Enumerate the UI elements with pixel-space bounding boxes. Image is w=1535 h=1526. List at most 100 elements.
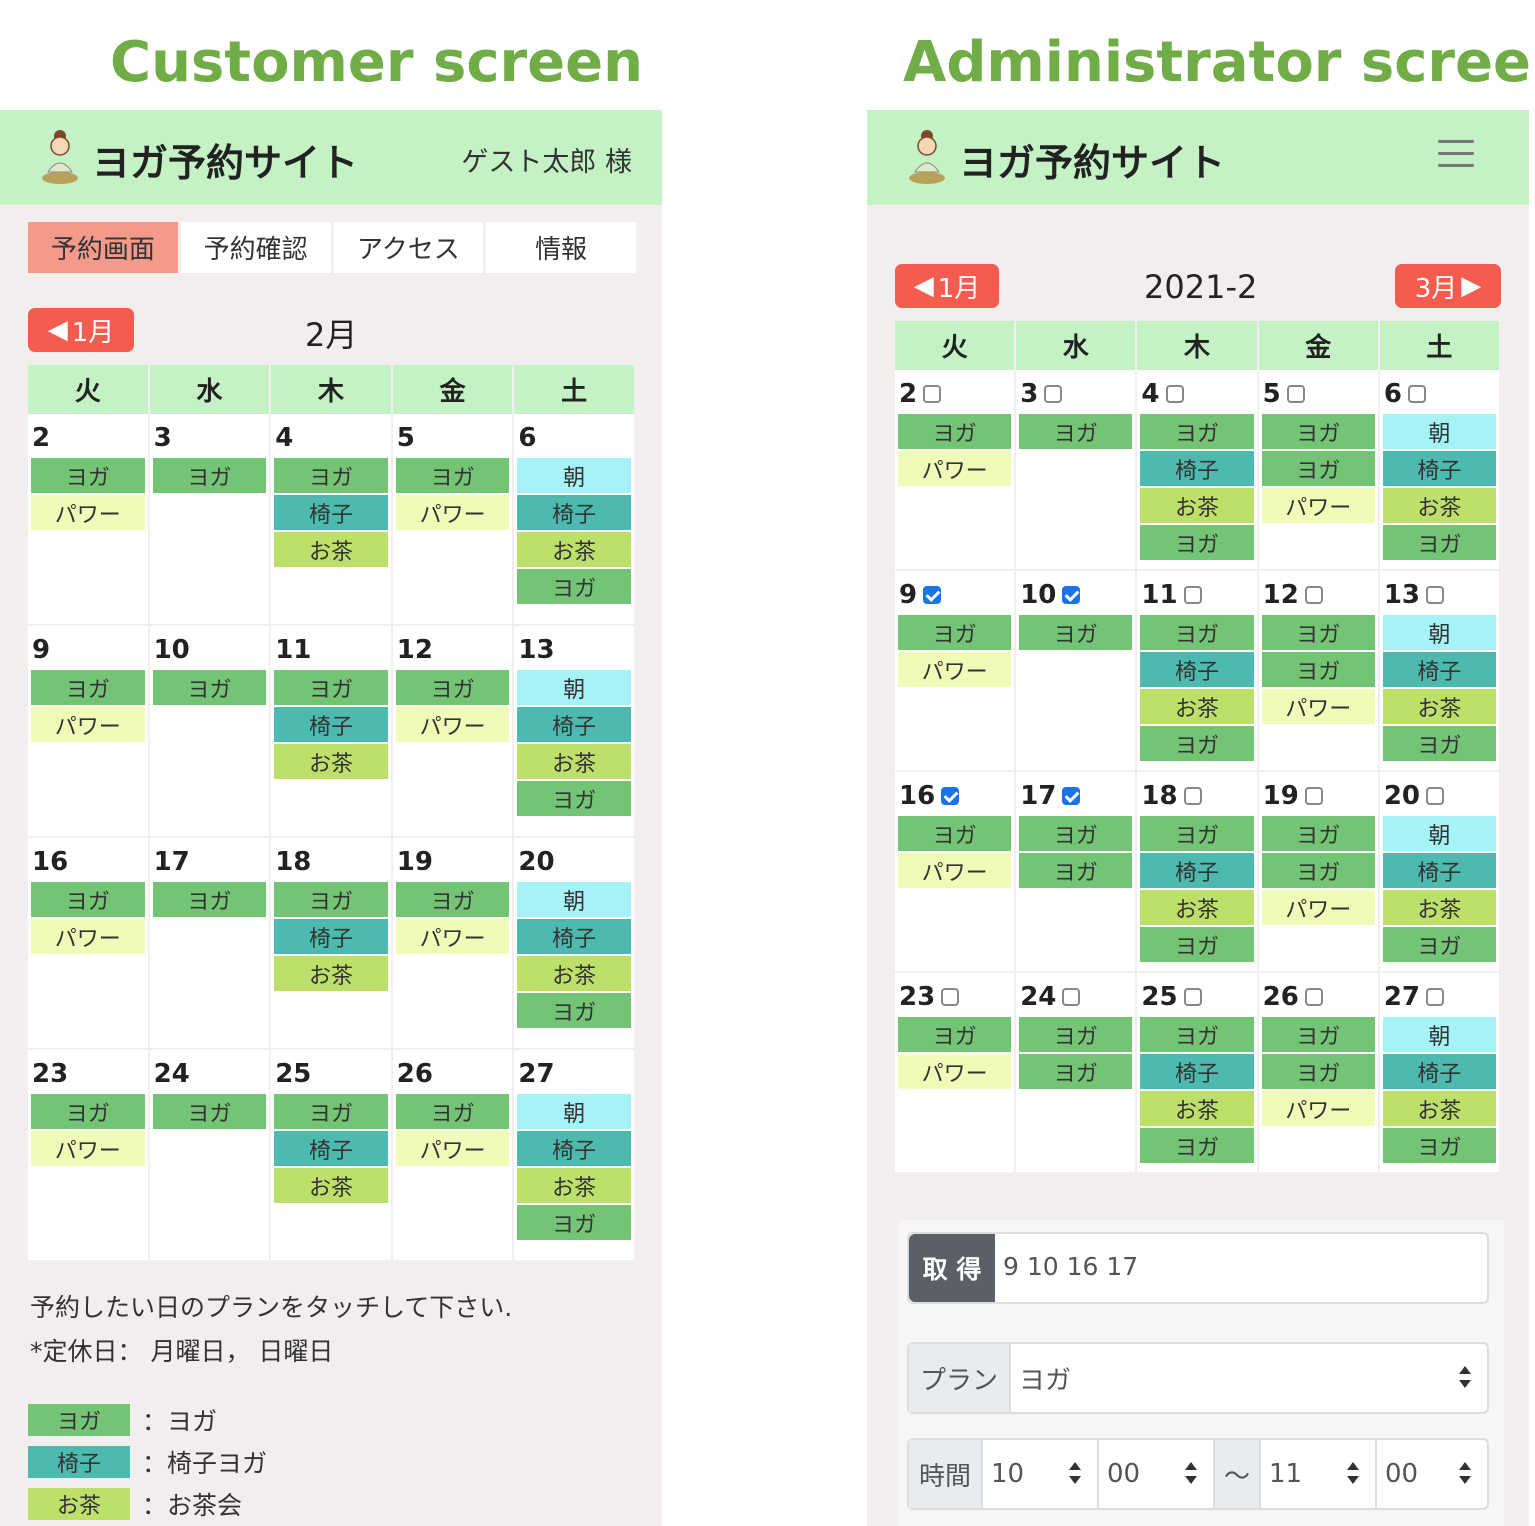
day-checkbox[interactable] <box>1183 787 1202 805</box>
plan-item[interactable]: お茶 <box>1382 689 1497 724</box>
plan-item[interactable]: 朝 <box>1382 816 1497 851</box>
plan-item[interactable]: ヨガ <box>395 1094 510 1129</box>
end-hour-select[interactable]: 11 <box>1261 1440 1377 1508</box>
hamburger-menu-icon[interactable] <box>1438 140 1474 170</box>
plan-item[interactable]: ヨガ <box>898 615 1012 650</box>
day-checkbox[interactable] <box>1062 988 1081 1006</box>
plan-item[interactable]: 朝 <box>1382 414 1497 449</box>
plan-item[interactable]: お茶 <box>1140 890 1254 925</box>
tab-access[interactable]: アクセス <box>333 222 484 273</box>
plan-item[interactable]: 椅子 <box>1382 652 1497 687</box>
plan-item[interactable]: 椅子 <box>517 919 631 954</box>
day-checkbox[interactable] <box>1286 385 1305 403</box>
start-hour-select[interactable]: 10 <box>983 1440 1099 1508</box>
plan-item[interactable]: 朝 <box>517 882 631 917</box>
plan-item[interactable]: ヨガ <box>517 569 631 604</box>
plan-item[interactable]: 椅子 <box>1140 853 1254 888</box>
plan-item[interactable]: ヨガ <box>274 1094 388 1129</box>
plan-item[interactable]: ヨガ <box>1019 853 1133 888</box>
selected-dates-field[interactable]: 9 10 16 17 <box>1003 1252 1138 1281</box>
plan-item[interactable]: ヨガ <box>898 414 1012 449</box>
plan-item[interactable]: お茶 <box>274 532 388 567</box>
plan-item[interactable]: ヨガ <box>1019 1017 1133 1052</box>
plan-item[interactable]: パワー <box>1261 890 1375 925</box>
plan-item[interactable]: ヨガ <box>1261 414 1375 449</box>
plan-item[interactable]: ヨガ <box>395 670 510 705</box>
day-checkbox[interactable] <box>1426 586 1444 604</box>
plan-item[interactable]: ヨガ <box>1261 1017 1375 1052</box>
plan-item[interactable]: ヨガ <box>517 1205 631 1240</box>
start-minute-select[interactable]: 00 <box>1099 1440 1215 1508</box>
day-checkbox[interactable] <box>1426 988 1444 1006</box>
plan-item[interactable]: お茶 <box>1382 488 1497 523</box>
plan-item[interactable]: ヨガ <box>1019 615 1133 650</box>
plan-item[interactable]: ヨガ <box>517 993 631 1028</box>
plan-item[interactable]: ヨガ <box>898 1017 1012 1052</box>
plan-item[interactable]: 椅子 <box>517 1131 631 1166</box>
plan-item[interactable]: 椅子 <box>274 1131 388 1166</box>
plan-item[interactable]: ヨガ <box>31 670 145 705</box>
plan-item[interactable]: パワー <box>395 919 510 954</box>
plan-item[interactable]: ヨガ <box>1382 927 1497 962</box>
day-checkbox-checked[interactable] <box>1062 787 1081 805</box>
plan-item[interactable]: 朝 <box>517 670 631 705</box>
plan-item[interactable]: パワー <box>1261 488 1375 523</box>
plan-item[interactable]: ヨガ <box>152 458 267 493</box>
plan-item[interactable]: ヨガ <box>1140 525 1254 560</box>
plan-item[interactable]: パワー <box>31 919 145 954</box>
plan-item[interactable]: 椅子 <box>1140 451 1254 486</box>
day-checkbox[interactable] <box>1304 787 1323 805</box>
plan-item[interactable]: ヨガ <box>1019 414 1133 449</box>
plan-item[interactable]: ヨガ <box>898 816 1012 851</box>
day-checkbox[interactable] <box>941 988 960 1006</box>
plan-item[interactable]: ヨガ <box>152 882 267 917</box>
plan-item[interactable]: ヨガ <box>1140 816 1254 851</box>
plan-item[interactable]: ヨガ <box>1140 1128 1254 1163</box>
plan-item[interactable]: 朝 <box>517 1094 631 1129</box>
plan-item[interactable]: お茶 <box>1382 890 1497 925</box>
end-minute-select[interactable]: 00 <box>1377 1440 1487 1508</box>
day-checkbox[interactable] <box>1183 586 1202 604</box>
plan-item[interactable]: お茶 <box>1382 1091 1497 1126</box>
plan-item[interactable]: 椅子 <box>1382 451 1497 486</box>
tab-confirm[interactable]: 予約確認 <box>180 222 331 273</box>
plan-item[interactable]: パワー <box>1261 1091 1375 1126</box>
day-checkbox[interactable] <box>1304 586 1323 604</box>
day-checkbox[interactable] <box>923 385 942 403</box>
plan-item[interactable]: お茶 <box>274 956 388 991</box>
plan-item[interactable]: 朝 <box>1382 1017 1497 1052</box>
plan-item[interactable]: ヨガ <box>395 882 510 917</box>
plan-item[interactable]: お茶 <box>517 956 631 991</box>
plan-item[interactable]: パワー <box>395 1131 510 1166</box>
plan-item[interactable]: パワー <box>898 1054 1012 1089</box>
plan-item[interactable]: パワー <box>31 1131 145 1166</box>
plan-item[interactable]: ヨガ <box>1261 615 1375 650</box>
plan-item[interactable]: 椅子 <box>274 707 388 742</box>
day-checkbox[interactable] <box>1426 787 1444 805</box>
plan-item[interactable]: ヨガ <box>1382 525 1497 560</box>
plan-item[interactable]: お茶 <box>1140 1091 1254 1126</box>
next-month-button[interactable]: 3月 ▶ <box>1395 264 1501 308</box>
plan-item[interactable]: 椅子 <box>1140 1054 1254 1089</box>
plan-item[interactable]: ヨガ <box>274 882 388 917</box>
plan-item[interactable]: パワー <box>395 495 510 530</box>
plan-item[interactable]: 朝 <box>1382 615 1497 650</box>
plan-item[interactable]: パワー <box>395 707 510 742</box>
plan-item[interactable]: ヨガ <box>274 458 388 493</box>
plan-item[interactable]: 椅子 <box>274 919 388 954</box>
plan-item[interactable]: ヨガ <box>1019 1054 1133 1089</box>
plan-item[interactable]: お茶 <box>517 1168 631 1203</box>
prev-month-button[interactable]: ◀ 1月 <box>28 308 134 352</box>
plan-item[interactable]: パワー <box>1261 689 1375 724</box>
plan-item[interactable]: お茶 <box>517 744 631 779</box>
day-checkbox-checked[interactable] <box>1062 586 1081 604</box>
plan-item[interactable]: パワー <box>898 451 1012 486</box>
day-checkbox[interactable] <box>1044 385 1063 403</box>
plan-item[interactable]: ヨガ <box>1382 726 1497 761</box>
plan-item[interactable]: 椅子 <box>274 495 388 530</box>
day-checkbox-checked[interactable] <box>941 787 960 805</box>
day-checkbox[interactable] <box>1183 988 1202 1006</box>
plan-item[interactable]: ヨガ <box>152 1094 267 1129</box>
plan-item[interactable]: ヨガ <box>1261 816 1375 851</box>
plan-item[interactable]: お茶 <box>1140 488 1254 523</box>
